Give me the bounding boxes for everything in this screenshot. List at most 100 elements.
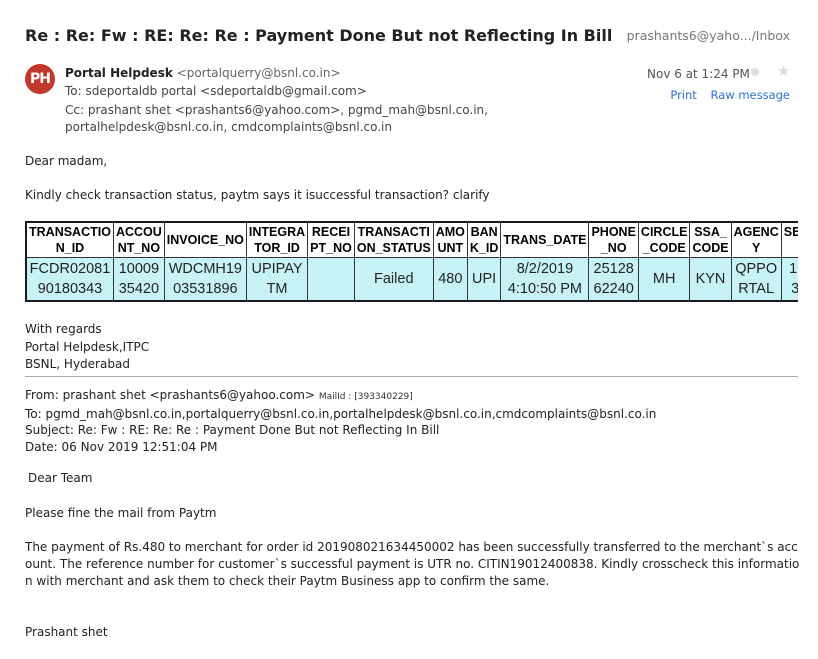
account-folder-path[interactable]: prashants6@yaho.../Inbox <box>627 28 790 43</box>
raw-message-link[interactable]: Raw message <box>710 88 790 102</box>
fwd-mail-id: MailId : [393340229] <box>318 392 413 402</box>
table-cell: 25128 62240 <box>588 257 639 302</box>
column-header-line: Y <box>751 241 761 255</box>
cc-recipients: Cc: prashant shet <prashants6@yahoo.com>… <box>65 102 495 136</box>
quote-divider <box>25 376 798 377</box>
signature-line-1: With regards <box>25 322 102 336</box>
fwd-to: To: pgmd_mah@bsnl.co.in,portalquerry@bsn… <box>25 406 657 421</box>
column-header-line: BAN <box>470 225 498 239</box>
message-actions: Print Raw message <box>660 88 790 102</box>
fwd-from: From: prashant shet <prashants6@yahoo.co… <box>25 388 315 402</box>
table-cell-line: 10.48. <box>789 261 798 277</box>
sender-line: Portal Helpdesk <portalquerry@bsnl.co.in… <box>65 66 341 80</box>
table-cell: 8/2/2019 4:10:50 PM <box>500 257 590 302</box>
fwd-subject: Subject: Re: Fw : RE: Re: Re : Payment D… <box>25 423 440 437</box>
table-cell-line: 8/2/2019 <box>516 261 574 277</box>
table-cell-line: 4:10:50 PM <box>507 281 582 297</box>
table-cell: UPIPAY TM <box>245 257 309 302</box>
table-cell-line: TM <box>266 281 288 297</box>
table-header-row: TRANSACTIO N_ID ACCOU NT_NO INVOICE_NO INTEGR… <box>25 221 798 258</box>
column-header-line: CIRCLE <box>640 225 688 239</box>
column-header-line: ACCOU <box>115 225 162 239</box>
table-cell-line: Failed <box>374 271 414 287</box>
table-cell-line: FCDR02081 <box>29 261 111 277</box>
column-header: RECEI PT_NO <box>307 221 355 258</box>
column-header: TRANS_DATE <box>500 221 590 258</box>
column-header-line: K_ID <box>469 241 499 255</box>
table-cell: FCDR02081 90180343 <box>25 257 114 302</box>
transaction-table-wrapper: TRANSACTIO N_ID ACCOU NT_NO INVOICE_NO INTEGR… <box>25 221 798 302</box>
table-cell: 480 <box>432 257 468 302</box>
forwarded-header: From: prashant shet <prashants6@yahoo.co… <box>25 387 656 455</box>
fwd-paragraph: The payment of Rs.480 to merchant for or… <box>25 540 800 588</box>
column-header-line: TRANSACTI <box>357 225 430 239</box>
greeting: Dear madam, <box>25 154 108 168</box>
sender-name[interactable]: Portal Helpdesk <box>65 66 173 80</box>
email-subject: Re : Re: Fw : RE: Re: Re : Payment Done … <box>25 26 613 45</box>
table-cell: Failed <box>353 257 434 302</box>
table-cell-line: 62240 <box>593 281 634 297</box>
column-header-line: _IP <box>784 240 798 256</box>
column-header-line: PT_NO <box>310 241 352 255</box>
table-cell-line: 03531896 <box>173 281 238 297</box>
column-header-line: INVOICE_NO <box>166 233 244 247</box>
column-header-line: INTEGRA <box>248 225 306 239</box>
cc-line-1: Cc: prashant shet <prashants6@yahoo.com>… <box>65 103 488 117</box>
table-cell-line: QPPO <box>735 261 778 277</box>
table-cell-line: 25128 <box>593 261 634 277</box>
table-cell-line: KYN <box>695 271 726 287</box>
fwd-line-1: Please fine the mail from Paytm <box>25 506 217 520</box>
fwd-greeting: Dear Team <box>28 471 93 485</box>
table-cell-line: 480 <box>438 271 463 287</box>
table-cell: QPPO RTAL <box>730 257 782 302</box>
table-cell-line: UPIPAY <box>251 261 303 277</box>
body-line: Kindly check transaction status, paytm s… <box>25 188 490 202</box>
column-header-line: TRANS_DATE <box>503 233 587 247</box>
table-cell: KYN <box>689 257 732 302</box>
unread-dot-icon[interactable] <box>751 68 759 76</box>
column-header-line: SSA_ <box>694 225 727 239</box>
column-header: PHONE _NO <box>588 221 639 258</box>
column-header: AGENC Y <box>730 221 782 258</box>
column-header-line: TRANSACTIO <box>29 225 111 239</box>
signature-line-2: Portal Helpdesk,ITPC <box>25 339 150 354</box>
column-header-line: AMO <box>435 225 465 239</box>
column-header-line: NT_NO <box>117 241 161 255</box>
column-header: CIRCLE _CODE <box>637 221 691 258</box>
column-header-line: ON_STATUS <box>356 241 431 255</box>
table-cell-line: WDCMH19 <box>168 261 242 277</box>
column-header: INTEGRA TOR_ID <box>245 221 309 258</box>
table-cell-line: MH <box>652 271 676 287</box>
table-cell-line: 10009 <box>118 261 160 277</box>
transaction-table: TRANSACTIO N_ID ACCOU NT_NO INVOICE_NO INTEGR… <box>25 221 798 302</box>
column-header-line: AGENC <box>733 225 779 239</box>
column-header: TRANSACTI ON_STATUS <box>353 221 434 258</box>
column-header: ACCOU NT_NO <box>112 221 165 258</box>
sender-avatar: PH <box>25 64 55 94</box>
table-cell: 10009 35420 <box>112 257 165 302</box>
cc-line-2: portalhelpdesk@bsnl.co.in, cmdcomplaints… <box>65 120 392 134</box>
column-header: BAN K_ID <box>466 221 502 258</box>
table-cell-line: RTAL <box>738 281 775 297</box>
column-header: TRANSACTIO N_ID <box>25 221 114 258</box>
sender-address: <portalquerry@bsnl.co.in> <box>176 66 341 80</box>
column-header-line: TOR_ID <box>254 241 300 255</box>
column-header-line: _NO <box>600 241 627 255</box>
column-header-line: UNT <box>437 241 464 255</box>
column-header-line: N_ID <box>55 241 85 255</box>
table-row: FCDR02081 90180343 10009 35420 WDCMH19 035318… <box>25 257 798 302</box>
fwd-date: Date: 06 Nov 2019 12:51:04 PM <box>25 439 218 454</box>
star-icon[interactable]: ★ <box>777 62 790 80</box>
table-cell-line: 35420 <box>118 281 160 297</box>
column-header-line: _CODE <box>642 241 686 255</box>
column-header: AMO UNT <box>432 221 468 258</box>
table-cell-line: 90180343 <box>37 281 103 297</box>
table-cell: UPI <box>466 257 502 302</box>
column-header-line: RECEI <box>311 225 351 239</box>
table-cell: 10.48. 33.13 <box>780 257 798 302</box>
fwd-from-line: From: prashant shet <prashants6@yahoo.co… <box>25 387 656 406</box>
fwd-signoff: Prashant shet <box>25 625 108 639</box>
table-cell: MH <box>637 257 691 302</box>
print-link[interactable]: Print <box>670 88 696 102</box>
column-header-line: SERVER <box>783 225 798 239</box>
